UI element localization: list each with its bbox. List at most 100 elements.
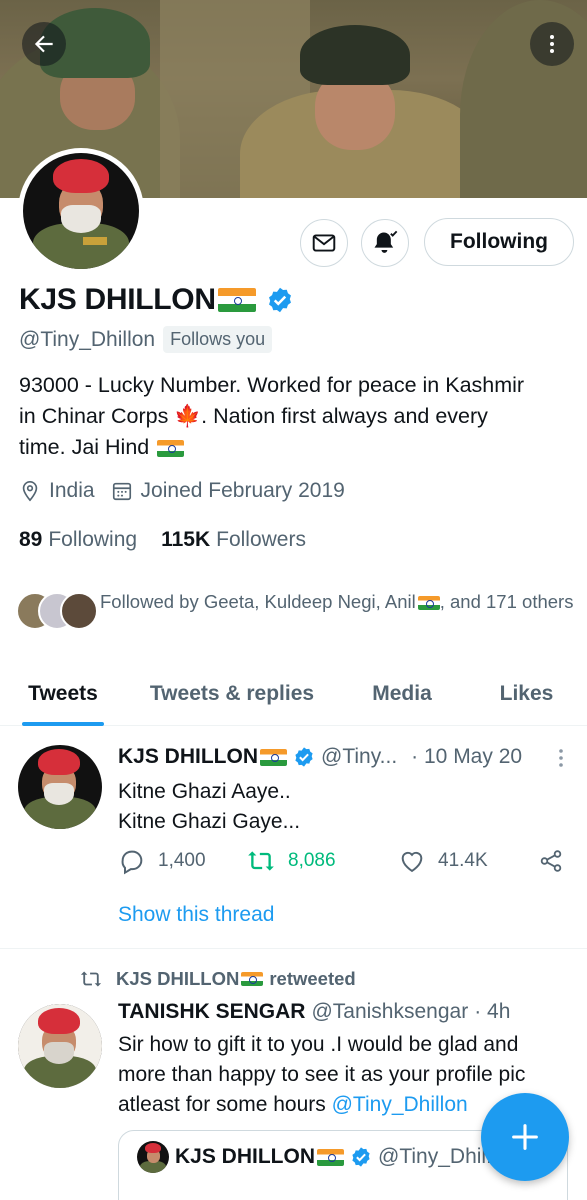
retweeter-name[interactable]: KJS DHILLON [116, 968, 239, 990]
avatar-beard [61, 205, 101, 233]
avatar-medal [83, 237, 107, 245]
tweet-author-name: TANISHK SENGAR [118, 1000, 306, 1023]
avatar-image [23, 153, 139, 269]
profile-handle: @Tiny_Dhillon [19, 327, 156, 351]
tweet-text-line: Kitne Ghazi Aaye.. [118, 780, 291, 803]
india-flag-icon [157, 439, 185, 457]
banner-figure [300, 25, 410, 85]
like-action[interactable]: 41.4K [398, 847, 508, 875]
location-item: India [19, 479, 95, 503]
tweet-text-line: Kitne Ghazi Gaye... [118, 810, 301, 833]
india-flag-icon [417, 596, 440, 611]
profile-handle-row: @Tiny_Dhillon Follows you [19, 326, 273, 353]
bio-text: . Nation first always and every [201, 404, 488, 428]
profile-name-text: KJS DHILLON [19, 283, 216, 316]
india-flag-icon [241, 972, 264, 986]
avatar-turban [38, 749, 80, 775]
tweet-text-line: more than happy to see it as your profil… [118, 1063, 526, 1086]
tab-tweets-and-replies[interactable]: Tweets & replies [126, 662, 338, 726]
more-options-button[interactable] [530, 22, 574, 66]
tweet-actions: 1,400 8,086 41.4K [118, 847, 564, 875]
more-vertical-icon [550, 35, 554, 53]
followers-stat[interactable]: 115K Followers [161, 528, 306, 552]
joined-text: Joined February 2019 [140, 479, 345, 502]
profile-tabs: Tweets Tweets & replies Media Likes [0, 662, 587, 726]
avatar-turban [38, 1008, 80, 1034]
retweet-action[interactable]: 8,086 [246, 847, 368, 875]
retweeted-label: KJS DHILLON retweeted [78, 968, 356, 990]
reply-action[interactable]: 1,400 [118, 847, 216, 875]
followed-by-text: Followed by Geeta, Kuldeep Negi, Anil , a… [100, 588, 580, 632]
avatar-beard [44, 783, 74, 805]
followers-count: 115K [161, 528, 211, 551]
profile-stats: 89 Following 115K Followers [19, 528, 330, 552]
tweet-avatar[interactable] [18, 745, 102, 829]
tab-media[interactable]: Media [338, 662, 466, 726]
verified-badge-icon [352, 1147, 370, 1167]
tab-tweets[interactable]: Tweets [0, 662, 126, 726]
joined-item: Joined February 2019 [111, 479, 345, 503]
tweet-author-name: KJS DHILLON [118, 745, 259, 768]
bio-line: time. Jai Hind [19, 432, 574, 463]
location-icon [22, 481, 38, 502]
following-count: 89 [19, 528, 43, 551]
tweet-handle: @Tiny... [321, 745, 398, 768]
location-text: India [49, 479, 95, 502]
bio-line: 93000 - Lucky Number. Worked for peace i… [19, 373, 525, 397]
tweet-text-line: Sir how to gift it to you .I would be gl… [118, 1033, 519, 1056]
followed-by[interactable]: Followed by Geeta, Kuldeep Negi, Anil , a… [16, 588, 580, 632]
profile-avatar[interactable] [18, 148, 144, 274]
calendar-icon [112, 482, 131, 501]
followers-you-know-avatars [16, 592, 100, 632]
tweet[interactable]: KJS DHILLON @Tiny... · 10 May 20 Kitne G… [0, 727, 587, 949]
retweet-count: 8,086 [288, 850, 336, 871]
notifications-button[interactable] [361, 219, 409, 267]
following-stat[interactable]: 89 Following [19, 528, 137, 552]
message-button[interactable] [300, 219, 348, 267]
india-flag-icon [217, 288, 256, 312]
bio-text: time. Jai Hind [19, 435, 156, 459]
reply-count: 1,400 [158, 850, 206, 871]
followed-by-text-part: Followed by Geeta, Kuldeep Negi, Anil [100, 591, 416, 612]
bio-line: in Chinar Corps 🍁. Nation first always a… [19, 401, 574, 432]
reply-icon [121, 850, 143, 875]
tweet-time: · 10 May 20 [411, 745, 523, 768]
profile-name: KJS DHILLON [19, 283, 294, 317]
avatar-turban [53, 159, 109, 193]
india-flag-icon [260, 748, 288, 766]
mention-link[interactable]: @Tiny_Dhillon [332, 1093, 468, 1116]
quoted-author: KJS DHILLON [175, 1145, 316, 1168]
tweet-handle: @Tanishksengar [311, 1000, 469, 1023]
verified-badge-icon [295, 747, 313, 767]
tab-likes[interactable]: Likes [466, 662, 587, 726]
like-icon [401, 851, 423, 873]
share-icon[interactable] [538, 848, 564, 874]
follows-you-badge: Follows you [163, 326, 273, 353]
tweet-header: TANISHK SENGAR @Tanishksengar · 4h [118, 1000, 510, 1024]
plus-icon [512, 1124, 538, 1150]
following-button[interactable]: Following [424, 218, 574, 266]
more-vertical-icon[interactable] [552, 747, 570, 769]
compose-tweet-button[interactable] [481, 1093, 569, 1181]
tweet-time: · 4h [474, 1000, 511, 1023]
avatar-turban [145, 1143, 161, 1153]
tweet-header: KJS DHILLON @Tiny... · 10 May 20 [118, 745, 522, 769]
tweet-author: KJS DHILLON [118, 745, 315, 769]
profile-meta: India Joined February 2019 [19, 479, 361, 503]
bell-check-icon [374, 230, 398, 253]
quoted-tweet-header: KJS DHILLON @Tiny_Dhil... [137, 1141, 504, 1173]
followers-label: Followers [216, 528, 306, 551]
maple-leaf-icon: 🍁 [174, 404, 202, 428]
india-flag-icon [317, 1148, 345, 1166]
back-arrow-icon [34, 35, 53, 53]
tweet-avatar[interactable] [18, 1004, 102, 1088]
followed-by-text-part: , and 171 others [439, 591, 574, 612]
show-thread-link[interactable]: Show this thread [118, 903, 274, 927]
following-label: Following [48, 528, 138, 551]
verified-badge-icon [268, 287, 291, 313]
retweet-icon [248, 851, 274, 871]
back-button[interactable] [22, 22, 66, 66]
tweet-text: Kitne Ghazi Aaye.. Kitne Ghazi Gaye... [118, 777, 583, 837]
quoted-tweet-avatar [137, 1141, 169, 1173]
avatar-beard [44, 1042, 74, 1064]
